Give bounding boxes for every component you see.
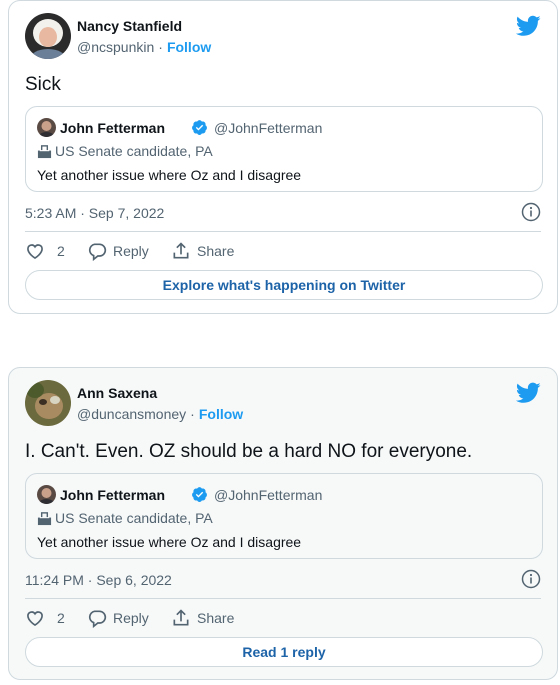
share-button[interactable]: Share — [171, 606, 234, 630]
candidate-label: US Senate candidate, PA — [37, 509, 213, 527]
share-button[interactable]: Share — [171, 239, 234, 263]
twitter-bird-icon[interactable] — [516, 15, 541, 37]
author-name[interactable]: Nancy Stanfield — [77, 17, 211, 35]
tweet-header: Nancy Stanfield @ncspunkin · Follow — [25, 13, 541, 61]
share-label: Share — [197, 610, 235, 626]
author-avatar[interactable] — [25, 380, 71, 426]
quoted-tweet[interactable]: John Fetterman @JohnFetterman US Senate … — [25, 473, 543, 559]
quoted-tweet-text: Yet another issue where Oz and I disagre… — [37, 534, 302, 550]
divider — [25, 598, 541, 599]
follow-button[interactable]: Follow — [167, 39, 211, 55]
author-avatar[interactable] — [25, 13, 71, 59]
tweet-timestamp[interactable]: 5:23 AM · Sep 7, 2022 — [25, 204, 164, 222]
like-count: 2 — [57, 243, 65, 259]
info-icon[interactable] — [521, 202, 541, 222]
quoted-author-handle: @JohnFetterman — [214, 487, 323, 503]
info-icon[interactable] — [521, 569, 541, 589]
quoted-author-handle: @JohnFetterman — [214, 120, 323, 136]
like-button[interactable]: 2 — [25, 606, 65, 630]
quoted-author-name: John Fetterman — [60, 487, 166, 503]
reply-button[interactable]: Reply — [87, 239, 149, 263]
tweet-header: Ann Saxena @duncansmoney · Follow — [25, 380, 541, 428]
tweet-card[interactable]: Nancy Stanfield @ncspunkin · Follow Sick J… — [8, 0, 558, 314]
heart-icon — [27, 611, 43, 627]
share-upload-icon — [173, 242, 189, 259]
quoted-tweet-text: Yet another issue where Oz and I disagre… — [37, 167, 302, 183]
quoted-author-name: John Fetterman — [60, 120, 166, 136]
tweet-text: I. Can't. Even. OZ should be a hard NO f… — [25, 441, 473, 462]
ballot-box-icon — [37, 512, 52, 526]
follow-button[interactable]: Follow — [199, 406, 243, 422]
tweet-actions: 2 Reply Share — [25, 606, 541, 630]
tweet-timestamp[interactable]: 11:24 PM · Sep 6, 2022 — [25, 571, 172, 589]
reply-bubble-icon — [88, 243, 107, 261]
author-handle[interactable]: @ncspunkin — [77, 39, 154, 55]
reply-bubble-icon — [88, 610, 107, 628]
candidate-label: US Senate candidate, PA — [37, 142, 213, 160]
like-count: 2 — [57, 610, 65, 626]
twitter-bird-icon[interactable] — [516, 382, 541, 404]
quoted-tweet[interactable]: John Fetterman @JohnFetterman US Senate … — [25, 106, 543, 192]
ballot-box-icon — [37, 145, 52, 159]
candidate-label-text: US Senate candidate, PA — [55, 143, 213, 159]
reply-button[interactable]: Reply — [87, 606, 149, 630]
divider — [25, 231, 541, 232]
quoted-author-avatar — [37, 485, 56, 504]
verified-badge-icon — [192, 120, 207, 135]
read-replies-button[interactable]: Read 1 reply — [25, 637, 543, 667]
separator-dot: · — [158, 39, 163, 55]
candidate-label-text: US Senate candidate, PA — [55, 510, 213, 526]
tweet-card[interactable]: Ann Saxena @duncansmoney · Follow I. Can't… — [8, 367, 558, 680]
explore-twitter-button[interactable]: Explore what's happening on Twitter — [25, 270, 543, 300]
share-label: Share — [197, 243, 235, 259]
separator-dot: · — [190, 406, 195, 422]
heart-icon — [27, 244, 43, 260]
reply-label: Reply — [113, 243, 149, 259]
tweet-text: Sick — [25, 74, 61, 95]
share-upload-icon — [173, 609, 189, 626]
author-handle[interactable]: @duncansmoney — [77, 406, 186, 422]
tweet-actions: 2 Reply Share — [25, 239, 541, 263]
like-button[interactable]: 2 — [25, 239, 65, 263]
quoted-author-avatar — [37, 118, 56, 137]
verified-badge-icon — [192, 487, 207, 502]
reply-label: Reply — [113, 610, 149, 626]
author-name[interactable]: Ann Saxena — [77, 384, 243, 402]
